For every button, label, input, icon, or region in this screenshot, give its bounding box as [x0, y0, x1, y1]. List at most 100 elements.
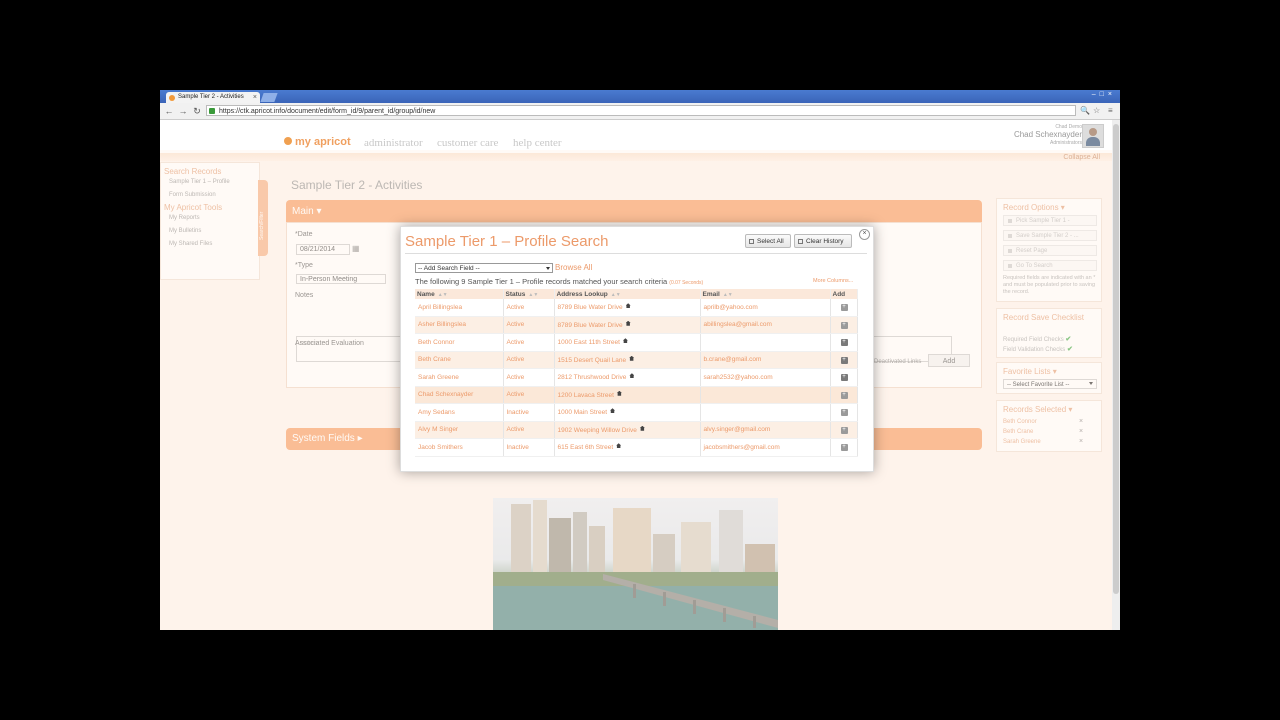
- reload-icon[interactable]: ↻: [192, 106, 202, 117]
- house-icon[interactable]: [625, 303, 631, 309]
- record-options-heading[interactable]: Record Options ▾: [1003, 203, 1065, 212]
- add-record-icon[interactable]: +: [840, 391, 848, 399]
- new-tab-button[interactable]: [260, 93, 278, 102]
- nav-customer-care[interactable]: customer care: [437, 137, 498, 149]
- table-row[interactable]: Sarah Greene Active 2812 Thrushwood Drive s…: [415, 368, 858, 387]
- more-columns-link[interactable]: More Columns...: [813, 278, 853, 284]
- avatar[interactable]: [1082, 124, 1104, 148]
- scrollbar-thumb[interactable]: [1113, 124, 1119, 594]
- column-header-status[interactable]: Status ▲▼: [503, 289, 555, 299]
- add-record-icon[interactable]: +: [840, 321, 848, 329]
- date-input[interactable]: 08/21/2014: [296, 244, 350, 255]
- record-name-link[interactable]: April Billingslea: [415, 299, 504, 317]
- browse-all-link[interactable]: Browse All: [555, 263, 592, 272]
- check-icon: ✔: [1065, 336, 1072, 343]
- record-name-link[interactable]: Sarah Greene: [415, 368, 504, 387]
- go-to-search-button[interactable]: Go To Search: [1003, 260, 1097, 271]
- favorite-lists-heading[interactable]: Favorite Lists ▾: [1003, 367, 1057, 376]
- nav-administrator[interactable]: administrator: [364, 137, 423, 149]
- select-all-button[interactable]: Select All: [745, 234, 791, 248]
- record-name-link[interactable]: Beth Crane: [415, 351, 504, 369]
- column-header-address[interactable]: Address Lookup ▲▼: [554, 289, 701, 299]
- house-icon[interactable]: [639, 425, 645, 431]
- add-search-field-select[interactable]: -- Add Search Field --: [415, 263, 553, 273]
- deactivated-links-label[interactable]: Deactivated Links: [874, 359, 921, 365]
- window-controls[interactable]: –□×: [1092, 91, 1116, 98]
- user-name[interactable]: Chad Schexnayder: [1014, 130, 1082, 139]
- add-record-icon[interactable]: +: [840, 339, 848, 347]
- sort-icon: ▲▼: [528, 291, 539, 298]
- collapse-all-link[interactable]: Collapse All: [1063, 154, 1100, 161]
- table-row[interactable]: Beth Crane Active 1515 Desert Quail Lane b.…: [415, 351, 858, 369]
- sidebar-item-profile[interactable]: Sample Tier 1 – Profile: [169, 179, 230, 185]
- table-row[interactable]: Amy Sedans Inactive 1000 Main Street +: [415, 403, 858, 422]
- house-icon[interactable]: [625, 320, 631, 326]
- records-selected-heading[interactable]: Records Selected ▾: [1003, 405, 1072, 414]
- house-icon[interactable]: [616, 390, 622, 396]
- main-section-header[interactable]: Main ▾: [286, 200, 982, 222]
- house-icon[interactable]: [629, 373, 635, 379]
- add-record-icon[interactable]: +: [840, 409, 848, 417]
- star-icon[interactable]: ☆: [1093, 106, 1100, 115]
- search-records-heading[interactable]: Search Records: [164, 167, 221, 176]
- add-record-icon[interactable]: +: [840, 356, 848, 364]
- tab-close-icon[interactable]: ×: [253, 92, 257, 103]
- clear-history-button[interactable]: Clear History: [794, 234, 852, 248]
- back-arrow-icon[interactable]: ←: [164, 106, 174, 116]
- table-row[interactable]: Jacob Smithers Inactive 615 East 6th Stree…: [415, 438, 858, 457]
- tools-heading[interactable]: My Apricot Tools: [164, 203, 222, 212]
- column-header-name[interactable]: Name ▲▼: [415, 289, 504, 299]
- table-row[interactable]: Chad Schexnayder Active 1200 Lavaca Street…: [415, 386, 858, 404]
- house-icon[interactable]: [616, 443, 622, 449]
- record-name-link[interactable]: Beth Connor: [415, 333, 504, 352]
- house-icon[interactable]: [622, 338, 628, 344]
- save-tier2-button[interactable]: Save Sample Tier 2 - ...: [1003, 230, 1097, 241]
- record-name-link[interactable]: Amy Sedans: [415, 403, 504, 422]
- forward-arrow-icon[interactable]: →: [178, 106, 188, 116]
- record-name-link[interactable]: Alvy M Singer: [415, 421, 504, 439]
- record-name-link[interactable]: Asher Billingslea: [415, 316, 504, 334]
- record-name-link[interactable]: Chad Schexnayder: [415, 386, 504, 404]
- add-link-button[interactable]: Add: [928, 354, 970, 367]
- add-record-icon[interactable]: +: [840, 304, 848, 312]
- sidebar-item-form-submission[interactable]: Form Submission: [169, 192, 216, 198]
- house-icon[interactable]: [610, 408, 616, 414]
- table-row[interactable]: Asher Billingslea Active 8789 Blue Water D…: [415, 316, 858, 334]
- remove-icon[interactable]: ×: [1079, 418, 1083, 425]
- table-row[interactable]: Beth Connor Active 1000 East 11th Street +: [415, 333, 858, 352]
- type-select[interactable]: In-Person Meeting: [296, 274, 386, 284]
- add-cell: +: [830, 386, 858, 404]
- add-record-icon[interactable]: +: [840, 444, 848, 452]
- remove-icon[interactable]: ×: [1079, 438, 1083, 445]
- zoom-icon[interactable]: 🔍: [1080, 106, 1090, 115]
- sidebar-item-bulletins[interactable]: My Bulletins: [169, 228, 201, 234]
- record-email: jacobsmithers@gmail.com: [700, 438, 831, 457]
- table-row[interactable]: April Billingslea Active 8789 Blue Water D…: [415, 299, 858, 317]
- sidebar-item-reports[interactable]: My Reports: [169, 215, 200, 221]
- browser-tab[interactable]: Sample Tier 2 - Activities ×: [166, 92, 260, 103]
- apricot-logo[interactable]: my apricot: [284, 136, 351, 148]
- nav-help-center[interactable]: help center: [513, 137, 562, 149]
- add-record-icon[interactable]: +: [840, 374, 848, 382]
- add-record-icon[interactable]: +: [840, 426, 848, 434]
- record-name-link[interactable]: Jacob Smithers: [415, 438, 504, 457]
- url-input[interactable]: https://ctk.apricot.info/document/edit/f…: [206, 105, 1076, 116]
- remove-icon[interactable]: ×: [1079, 428, 1083, 435]
- record-address: 8789 Blue Water Drive: [554, 299, 701, 317]
- table-row[interactable]: Alvy M Singer Active 1902 Weeping Willow D…: [415, 421, 858, 439]
- sidebar-item-shared-files[interactable]: My Shared Files: [169, 241, 212, 247]
- modal-title: Sample Tier 1 – Profile Search: [405, 233, 609, 250]
- save-checklist-panel: Record Save Checklist Required Field Che…: [996, 308, 1102, 358]
- house-icon[interactable]: [629, 355, 635, 361]
- sort-icon: ▲▼: [722, 291, 733, 298]
- close-icon[interactable]: ×: [859, 229, 870, 240]
- menu-icon[interactable]: ≡: [1108, 106, 1113, 115]
- pick-tier1-button[interactable]: Pick Sample Tier 1 -: [1003, 215, 1097, 226]
- record-email: [700, 403, 831, 422]
- record-status: Active: [503, 368, 555, 387]
- search-filter-tab[interactable]: Search/Filter: [258, 180, 268, 256]
- column-header-email[interactable]: Email ▲▼: [700, 289, 831, 299]
- calendar-icon[interactable]: ▦: [352, 244, 360, 253]
- reset-page-button[interactable]: Reset Page: [1003, 245, 1097, 256]
- favorite-list-select[interactable]: -- Select Favorite List --: [1003, 379, 1097, 389]
